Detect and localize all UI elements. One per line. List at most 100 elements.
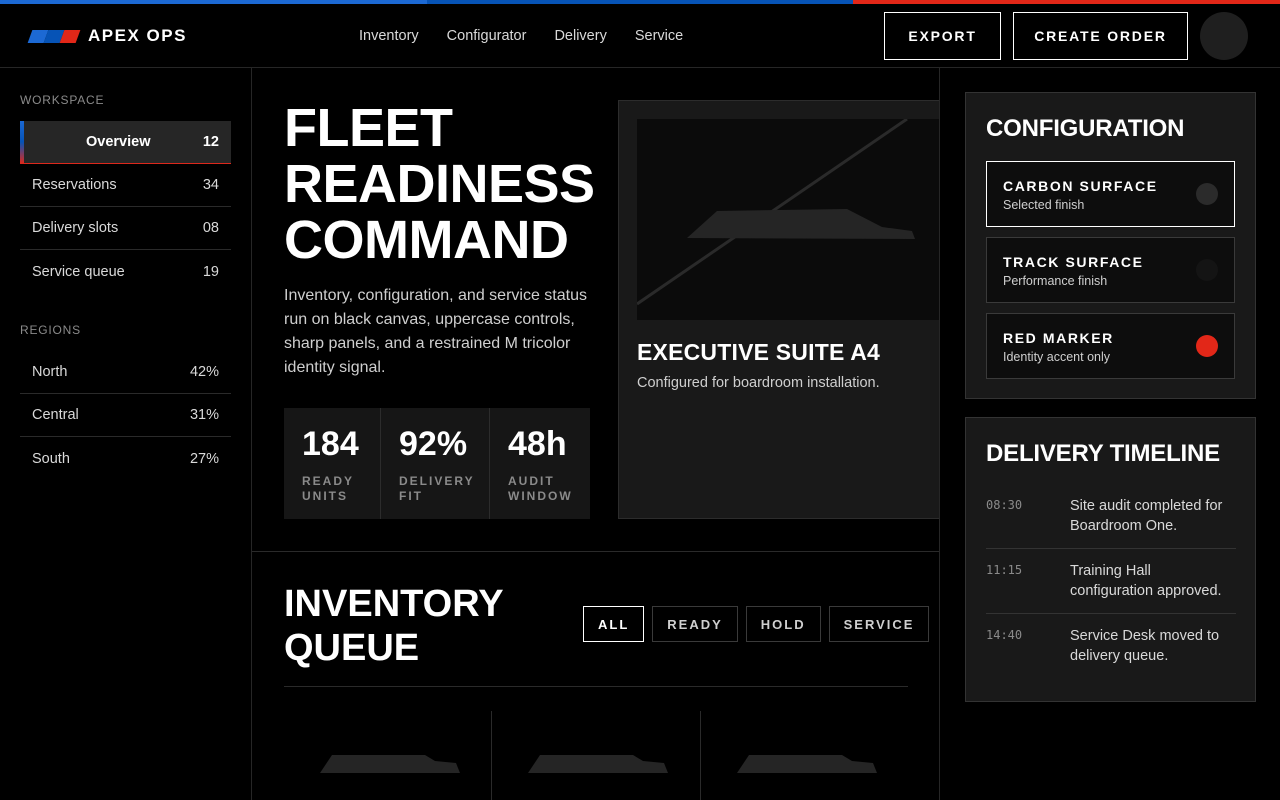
- inventory-divider: [284, 686, 908, 687]
- feature-subtitle: Configured for boardroom installation.: [637, 375, 880, 391]
- inventory-card[interactable]: [701, 711, 908, 800]
- create-order-button[interactable]: CREATE ORDER: [1013, 12, 1188, 60]
- timeline-text: Training Hall configuration approved.: [1070, 563, 1222, 599]
- product-thumbnail-icon: [320, 755, 460, 773]
- regions-heading: REGIONS: [20, 323, 81, 337]
- option-name: RED MARKER: [1003, 330, 1114, 346]
- stats-strip: 184 READY UNITS 92% DELIVERY FIT 48h AUD…: [284, 408, 590, 519]
- feature-card[interactable]: EXECUTIVE SUITE A4 Configured for boardr…: [618, 100, 939, 519]
- filter-hold[interactable]: HOLD: [745, 606, 821, 642]
- region-label: Central: [32, 407, 79, 423]
- inventory-card[interactable]: [284, 711, 493, 800]
- inventory-filters: ALL READY HOLD SERVICE: [583, 606, 930, 642]
- sidebar-item-overview[interactable]: Overview 12: [20, 121, 231, 164]
- timeline-time: 08:30: [986, 498, 1023, 512]
- region-label: North: [32, 364, 68, 380]
- stat-ready-units: 184 READY UNITS: [284, 408, 381, 519]
- regions-list: North 42% Central 31% South 27%: [20, 351, 231, 480]
- option-carbon-surface[interactable]: CARBON SURFACE Selected finish: [986, 161, 1235, 227]
- timeline-item: 11:15 Training Hall configuration approv…: [986, 549, 1236, 614]
- timeline-item: 08:30 Site audit completed for Boardroom…: [986, 484, 1236, 549]
- timeline-item: 14:40 Service Desk moved to delivery que…: [986, 614, 1236, 678]
- workspace-list: Overview 12 Reservations 34 Delivery slo…: [20, 121, 231, 293]
- sidebar-item-service-queue[interactable]: Service queue 19: [20, 250, 231, 293]
- sidebar: WORKSPACE Overview 12 Reservations 34 De…: [0, 68, 252, 800]
- sidebar-item-reservations[interactable]: Reservations 34: [20, 164, 231, 207]
- top-nav: Inventory Configurator Delivery Service: [345, 4, 697, 68]
- region-item-north[interactable]: North 42%: [20, 351, 231, 394]
- filter-ready[interactable]: READY: [652, 606, 738, 642]
- stat-delivery-fit: 92% DELIVERY FIT: [381, 408, 490, 519]
- carbon-swatch-icon: [1196, 183, 1218, 205]
- product-render-icon: [637, 119, 915, 306]
- region-item-south[interactable]: South 27%: [20, 437, 231, 480]
- sidebar-item-delivery-slots[interactable]: Delivery slots 08: [20, 207, 231, 250]
- option-desc: Identity accent only: [1003, 350, 1111, 364]
- option-name: CARBON SURFACE: [1003, 178, 1158, 194]
- stat-label: READY UNITS: [302, 474, 354, 503]
- filter-all[interactable]: ALL: [583, 606, 645, 642]
- configuration-panel: CONFIGURATION CARBON SURFACE Selected fi…: [965, 92, 1256, 399]
- stat-label: AUDIT WINDOW: [508, 474, 573, 503]
- title-line: FLEET: [284, 98, 453, 158]
- product-thumbnail-icon: [528, 755, 669, 773]
- title-line: QUEUE: [284, 627, 420, 669]
- nav-service[interactable]: Service: [621, 28, 697, 44]
- timeline-time: 14:40: [986, 628, 1023, 642]
- sidebar-item-label: Delivery slots: [32, 220, 119, 236]
- option-red-marker[interactable]: RED MARKER Identity accent only: [986, 313, 1235, 379]
- red-swatch-icon: [1196, 335, 1218, 357]
- brand-name: APEX OPS: [88, 26, 187, 45]
- title-line: READINESS: [284, 154, 595, 214]
- sidebar-item-count: 19: [202, 263, 219, 280]
- stat-label: DELIVERY FIT: [399, 474, 475, 503]
- timeline-list: 08:30 Site audit completed for Boardroom…: [986, 484, 1236, 678]
- timeline-text: Site audit completed for Boardroom One.: [1070, 498, 1223, 534]
- page-title: FLEET READINESS COMMAND: [284, 100, 595, 268]
- title-line: COMMAND: [284, 210, 569, 270]
- avatar[interactable]: [1200, 12, 1248, 60]
- brand-logo-icon: [27, 29, 81, 43]
- option-name: TRACK SURFACE: [1003, 254, 1144, 270]
- hero-description: Inventory, configuration, and service st…: [284, 287, 587, 376]
- title-line: INVENTORY: [284, 583, 504, 625]
- region-value: 27%: [189, 450, 219, 467]
- region-value: 31%: [189, 407, 219, 423]
- region-item-central[interactable]: Central 31%: [20, 394, 231, 437]
- nav-configurator[interactable]: Configurator: [433, 28, 541, 44]
- stat-value: 184: [302, 425, 359, 463]
- sidebar-item-label: Reservations: [32, 177, 117, 193]
- inventory-title: INVENTORY QUEUE: [284, 582, 504, 670]
- inventory-card[interactable]: [492, 711, 701, 800]
- workspace-heading: WORKSPACE: [20, 93, 105, 107]
- sidebar-item-count: 12: [202, 134, 219, 150]
- option-desc: Selected finish: [1003, 198, 1085, 212]
- stat-value: 48h: [508, 425, 567, 463]
- stat-audit-window: 48h AUDIT WINDOW: [490, 408, 590, 519]
- delivery-title: DELIVERY TIMELINE: [986, 440, 1220, 467]
- option-track-surface[interactable]: TRACK SURFACE Performance finish: [986, 237, 1235, 303]
- track-swatch-icon: [1196, 259, 1218, 281]
- feature-title: EXECUTIVE SUITE A4: [637, 339, 881, 365]
- brand[interactable]: APEX OPS: [27, 4, 187, 68]
- region-label: South: [32, 450, 70, 467]
- timeline-text: Service Desk moved to delivery queue.: [1070, 628, 1220, 664]
- sidebar-item-count: 34: [202, 177, 219, 193]
- region-value: 42%: [189, 364, 219, 380]
- top-header: APEX OPS Inventory Configurator Delivery…: [0, 4, 1280, 68]
- sidebar-item-label: Service queue: [32, 263, 125, 280]
- filter-service[interactable]: SERVICE: [828, 606, 930, 642]
- timeline-time: 11:15: [986, 563, 1023, 577]
- delivery-timeline-panel: DELIVERY TIMELINE 08:30 Site audit compl…: [965, 417, 1256, 702]
- stat-value: 92%: [399, 425, 468, 463]
- option-desc: Performance finish: [1003, 274, 1108, 288]
- inventory-list: [284, 711, 908, 800]
- product-image: [637, 119, 939, 320]
- sidebar-item-count: 08: [202, 220, 219, 236]
- nav-inventory[interactable]: Inventory: [345, 28, 433, 44]
- product-thumbnail-icon: [736, 755, 877, 773]
- configuration-title: CONFIGURATION: [986, 115, 1185, 142]
- nav-delivery[interactable]: Delivery: [540, 28, 620, 44]
- export-button[interactable]: EXPORT: [884, 12, 1001, 60]
- section-divider: [252, 551, 939, 552]
